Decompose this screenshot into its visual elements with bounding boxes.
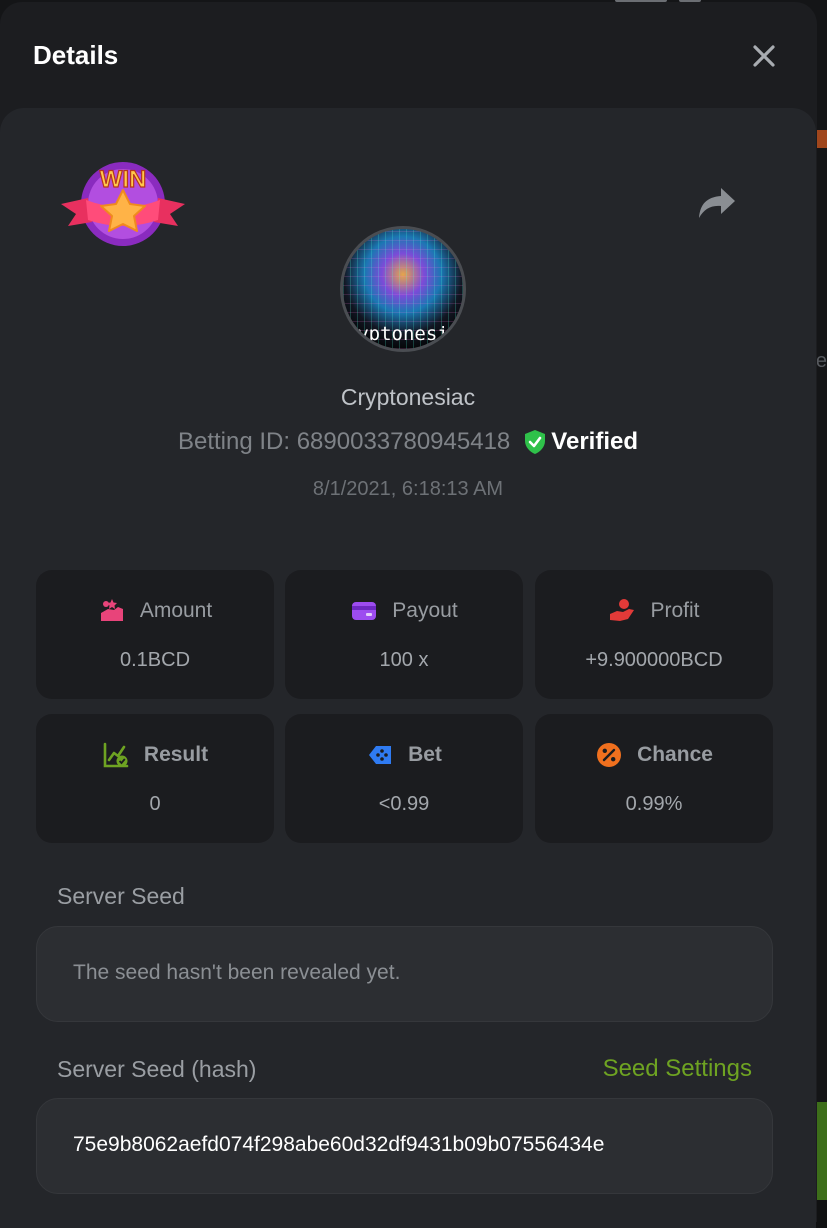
stat-value: +9.900000BCD <box>585 649 723 671</box>
close-button[interactable] <box>748 40 780 72</box>
stat-value: 100 x <box>379 649 429 671</box>
details-modal: Details WIN yptonesi Cryptonesiac Bettin… <box>0 2 817 1228</box>
bet-details-card: WIN yptonesi Cryptonesiac Betting ID: 68… <box>0 108 816 1228</box>
user-avatar: yptonesi <box>340 226 466 352</box>
win-badge-text: WIN <box>100 166 147 193</box>
win-badge-icon: WIN <box>61 162 185 246</box>
server-seed-field: The seed hasn't been revealed yet. <box>36 926 773 1022</box>
bet-date: 8/1/2021, 6:18:13 AM <box>312 478 504 500</box>
avatar-text: yptonesi <box>357 323 449 345</box>
server-seed-hash-label: Server Seed (hash) <box>57 1056 257 1082</box>
background-accent <box>817 1102 827 1200</box>
betting-id-row: Betting ID: 6890033780945418 Verified <box>0 428 816 456</box>
stat-label: Profit <box>650 599 700 622</box>
server-seed-hash-field[interactable]: 75e9b8062aefd074f298abe60d32df9431b09b07… <box>36 1098 773 1194</box>
stat-label: Chance <box>637 743 713 766</box>
ticket-icon <box>369 746 392 764</box>
stat-header: Result <box>36 741 274 769</box>
stat-value: <0.99 <box>378 793 430 815</box>
server-seed-label: Server Seed <box>57 883 185 909</box>
share-button[interactable] <box>695 182 739 222</box>
chart-check-icon <box>103 742 129 768</box>
profit-hand-icon <box>610 599 635 621</box>
stat-header: Profit <box>535 597 773 625</box>
background-text-fragment: e <box>815 350 827 372</box>
stat-profit: Profit +9.900000BCD <box>535 570 773 699</box>
stat-header: Bet <box>285 741 523 769</box>
modal-title: Details <box>33 40 119 70</box>
stat-label: Payout <box>392 599 458 622</box>
stat-header: Chance <box>535 741 773 769</box>
verified-label: Verified <box>551 428 638 455</box>
win-badge: WIN <box>58 154 188 254</box>
stat-result: Result 0 <box>36 714 274 843</box>
stat-label: Bet <box>408 743 442 766</box>
card-icon <box>352 602 377 620</box>
server-seed-hash-value: 75e9b8062aefd074f298abe60d32df9431b09b07… <box>73 1133 605 1156</box>
stat-chance: Chance 0.99% <box>535 714 773 843</box>
stat-payout: Payout 100 x <box>285 570 523 699</box>
percent-icon <box>597 743 622 767</box>
stat-label: Result <box>143 743 209 766</box>
stat-label: Amount <box>139 599 213 622</box>
stat-header: Payout <box>285 597 523 625</box>
coins-hand-icon <box>100 599 123 621</box>
stat-bet: Bet <0.99 <box>285 714 523 843</box>
betting-id: Betting ID: 6890033780945418 <box>177 428 511 455</box>
stat-value: 0.99% <box>625 793 683 815</box>
share-arrow-icon <box>699 188 735 218</box>
stat-value: 0.1BCD <box>119 649 191 671</box>
stat-amount: Amount 0.1BCD <box>36 570 274 699</box>
seed-settings-link[interactable]: Seed Settings <box>603 1055 752 1083</box>
stat-header: Amount <box>36 597 274 625</box>
verified-shield-icon <box>525 430 546 454</box>
server-seed-value: The seed hasn't been revealed yet. <box>73 961 401 984</box>
username: Cryptonesiac <box>340 384 476 410</box>
stat-value: 0 <box>149 793 161 815</box>
close-icon <box>753 45 775 67</box>
